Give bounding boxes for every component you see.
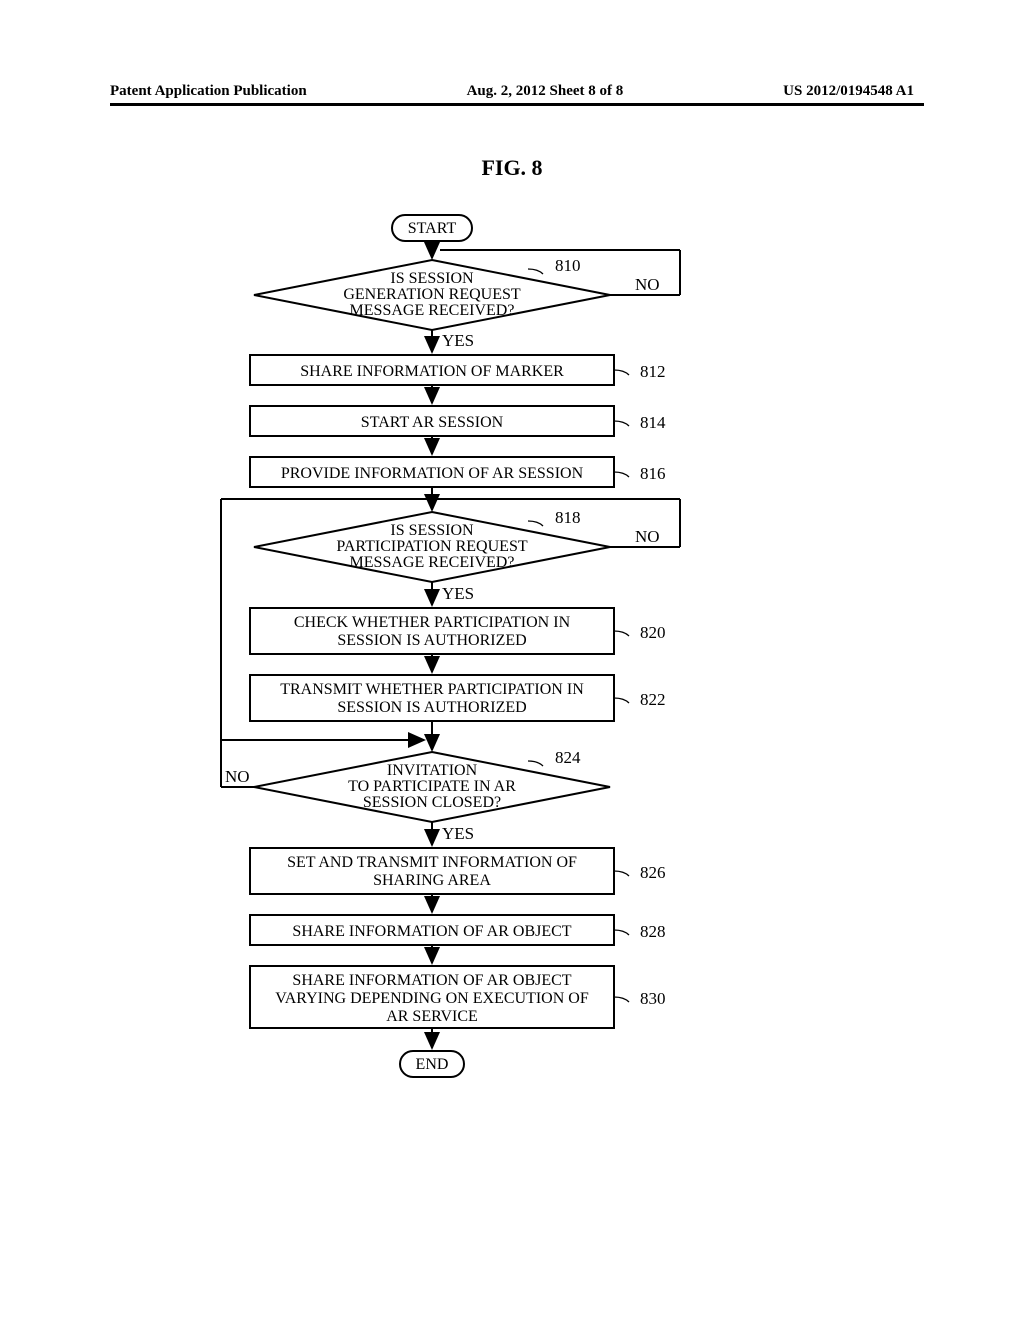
svg-text:IS SESSION: IS SESSION — [390, 270, 474, 287]
svg-text:GENERATION REQUEST: GENERATION REQUEST — [343, 286, 521, 303]
ref-824: 824 — [555, 748, 581, 767]
svg-text:SESSION IS AUTHORIZED: SESSION IS AUTHORIZED — [337, 699, 526, 716]
yes-824: YES — [442, 824, 474, 843]
process-816: PROVIDE INFORMATION OF AR SESSION — [250, 457, 614, 487]
yes-818: YES — [442, 584, 474, 603]
svg-text:SESSION IS AUTHORIZED: SESSION IS AUTHORIZED — [337, 632, 526, 649]
svg-text:SHARE INFORMATION OF AR OBJECT: SHARE INFORMATION OF AR OBJECT — [292, 923, 571, 940]
flowchart-svg: START IS SESSION GENERATION REQUEST MESS… — [210, 210, 830, 1220]
svg-text:CHECK WHETHER PARTICIPATION IN: CHECK WHETHER PARTICIPATION IN — [294, 614, 571, 631]
process-814: START AR SESSION — [250, 406, 614, 436]
svg-text:SHARING AREA: SHARING AREA — [373, 872, 491, 889]
ref-818: 818 — [555, 508, 581, 527]
figure-title: FIG. 8 — [0, 155, 1024, 181]
ref-822: 822 — [640, 690, 666, 709]
ref-828: 828 — [640, 922, 666, 941]
svg-text:INVITATION: INVITATION — [387, 762, 478, 779]
svg-text:IS SESSION: IS SESSION — [390, 522, 474, 539]
no-818: NO — [635, 527, 660, 546]
ref-810: 810 — [555, 256, 581, 275]
svg-text:PROVIDE INFORMATION OF AR SESS: PROVIDE INFORMATION OF AR SESSION — [281, 465, 584, 482]
svg-text:TRANSMIT WHETHER PARTICIPATION: TRANSMIT WHETHER PARTICIPATION IN — [280, 681, 584, 698]
svg-text:PARTICIPATION REQUEST: PARTICIPATION REQUEST — [336, 538, 527, 555]
header-right: US 2012/0194548 A1 — [783, 83, 914, 100]
svg-text:START AR SESSION: START AR SESSION — [361, 414, 504, 431]
svg-text:SHARE INFORMATION OF MARKER: SHARE INFORMATION OF MARKER — [300, 363, 564, 380]
ref-830: 830 — [640, 989, 666, 1008]
no-810: NO — [635, 275, 660, 294]
process-830: SHARE INFORMATION OF AR OBJECT VARYING D… — [250, 966, 614, 1028]
process-820: CHECK WHETHER PARTICIPATION IN SESSION I… — [250, 608, 614, 654]
ref-812: 812 — [640, 362, 666, 381]
svg-text:VARYING DEPENDING ON EXECUTION: VARYING DEPENDING ON EXECUTION OF — [275, 990, 589, 1007]
ref-814: 814 — [640, 413, 666, 432]
svg-text:MESSAGE RECEIVED?: MESSAGE RECEIVED? — [350, 554, 515, 571]
no-824: NO — [225, 767, 250, 786]
svg-text:AR SERVICE: AR SERVICE — [386, 1008, 478, 1025]
ref-820: 820 — [640, 623, 666, 642]
process-822: TRANSMIT WHETHER PARTICIPATION IN SESSIO… — [250, 675, 614, 721]
flowchart-diagram: START IS SESSION GENERATION REQUEST MESS… — [210, 210, 830, 1220]
process-812: SHARE INFORMATION OF MARKER — [250, 355, 614, 385]
header-divider — [110, 103, 924, 106]
svg-text:MESSAGE RECEIVED?: MESSAGE RECEIVED? — [350, 302, 515, 319]
svg-text:END: END — [416, 1056, 449, 1073]
svg-text:SHARE INFORMATION OF AR OBJECT: SHARE INFORMATION OF AR OBJECT — [292, 972, 571, 989]
page-header: Patent Application Publication Aug. 2, 2… — [0, 83, 1024, 100]
header-center: Aug. 2, 2012 Sheet 8 of 8 — [467, 83, 624, 100]
end-terminal: END — [400, 1051, 464, 1077]
process-828: SHARE INFORMATION OF AR OBJECT — [250, 915, 614, 945]
svg-text:SESSION CLOSED?: SESSION CLOSED? — [363, 794, 501, 811]
header-left: Patent Application Publication — [110, 83, 307, 100]
yes-810: YES — [442, 331, 474, 350]
process-826: SET AND TRANSMIT INFORMATION OF SHARING … — [250, 848, 614, 894]
ref-826: 826 — [640, 863, 666, 882]
start-terminal: START — [392, 215, 472, 241]
ref-816: 816 — [640, 464, 666, 483]
svg-text:TO PARTICIPATE IN AR: TO PARTICIPATE IN AR — [348, 778, 516, 795]
svg-text:SET AND TRANSMIT INFORMATION O: SET AND TRANSMIT INFORMATION OF — [287, 854, 577, 871]
svg-text:START: START — [408, 220, 457, 237]
